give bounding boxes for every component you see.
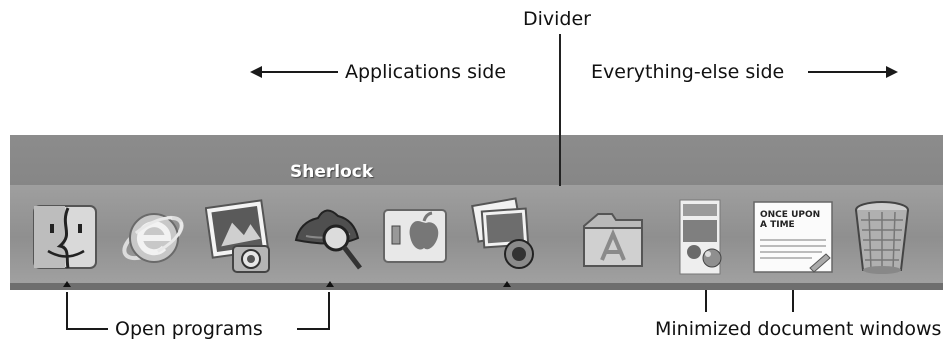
open-programs-bracket-right-horizontal bbox=[297, 328, 330, 330]
finder-icon[interactable] bbox=[30, 196, 100, 278]
open-programs-bracket-left-vertical bbox=[66, 292, 68, 330]
arrow-right-icon bbox=[886, 66, 898, 78]
minimized-callout-line-2 bbox=[792, 290, 794, 312]
applications-folder-icon[interactable] bbox=[578, 196, 648, 278]
minimized-window-text-icon[interactable]: ONCE UPON A TIME bbox=[752, 196, 834, 278]
running-indicator-finder bbox=[63, 281, 71, 287]
applications-side-label: Applications side bbox=[345, 61, 507, 83]
minimized-callout-line-1 bbox=[705, 290, 707, 312]
internet-explorer-icon[interactable] bbox=[118, 196, 188, 278]
minimized-windows-label: Minimized document windows bbox=[655, 318, 942, 340]
open-programs-bracket-right-vertical bbox=[328, 292, 330, 330]
divider-label: Divider bbox=[523, 8, 591, 30]
open-programs-label: Open programs bbox=[115, 318, 263, 340]
iphoto-icon[interactable] bbox=[205, 196, 275, 278]
arrow-left-line bbox=[260, 71, 338, 73]
open-programs-bracket-left-horizontal bbox=[66, 328, 108, 330]
running-indicator-sherlock bbox=[326, 281, 334, 287]
running-indicator-image-capture bbox=[503, 281, 511, 287]
image-capture-icon[interactable] bbox=[467, 196, 537, 278]
system-preferences-icon[interactable] bbox=[380, 196, 450, 278]
minimized-window-text: ONCE UPON A TIME bbox=[760, 210, 821, 230]
arrow-right-line bbox=[808, 71, 888, 73]
dock-shadow bbox=[10, 283, 943, 290]
everything-else-side-label: Everything-else side bbox=[591, 61, 785, 83]
trash-icon[interactable] bbox=[847, 196, 917, 278]
minimized-window-photo-icon[interactable] bbox=[672, 196, 742, 278]
dock-tooltip: Sherlock bbox=[290, 162, 374, 182]
sherlock-icon[interactable] bbox=[292, 196, 362, 278]
dock-divider[interactable] bbox=[559, 34, 561, 186]
